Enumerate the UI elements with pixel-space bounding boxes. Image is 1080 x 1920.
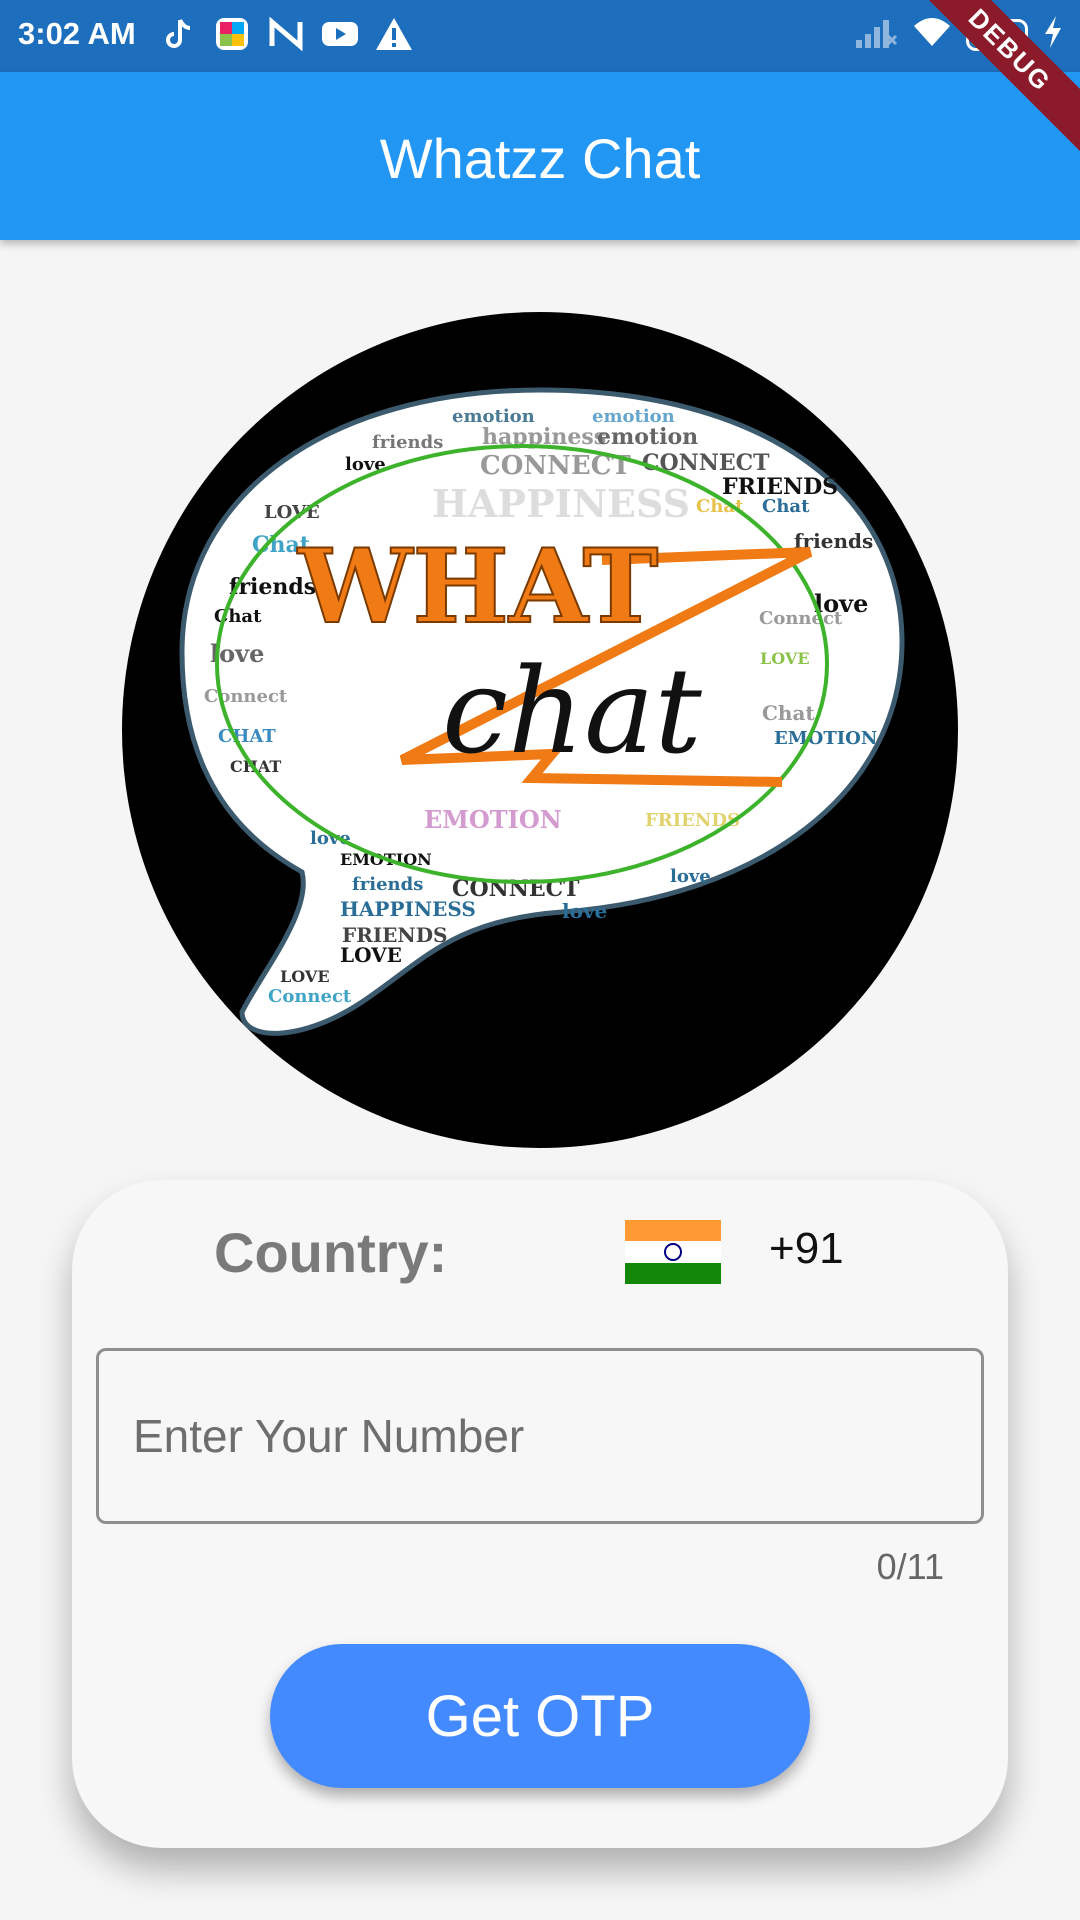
- svg-text:Connect: Connect: [204, 686, 288, 707]
- app-title: Whatzz Chat: [379, 127, 701, 190]
- india-flag-icon[interactable]: [625, 1220, 721, 1284]
- svg-text:HAPPINESS: HAPPINESS: [432, 481, 690, 526]
- country-label: Country:: [214, 1221, 448, 1284]
- svg-text:LOVE: LOVE: [340, 943, 402, 967]
- n-app-icon: [266, 14, 306, 54]
- status-bar: 3:02 AM 68: [0, 0, 1080, 72]
- svg-text:Chat: Chat: [762, 701, 815, 725]
- charging-icon: [1042, 14, 1064, 55]
- app-bar: Whatzz Chat: [0, 72, 1080, 240]
- warning-icon: [374, 14, 414, 54]
- svg-text:Chat: Chat: [762, 496, 810, 517]
- youtube-icon: [320, 14, 360, 54]
- notification-icons: [158, 14, 414, 54]
- character-counter: 0/11: [876, 1546, 944, 1587]
- svg-text:love: love: [310, 828, 351, 849]
- logo-word-chat: chat: [442, 642, 702, 780]
- dial-code[interactable]: +91: [769, 1224, 844, 1274]
- svg-text:emotion: emotion: [597, 424, 698, 450]
- phone-number-input[interactable]: [96, 1348, 984, 1524]
- wifi-icon: [912, 14, 952, 55]
- svg-text:Connect: Connect: [268, 986, 352, 1007]
- no-signal-icon: [854, 14, 898, 55]
- svg-text:friends: friends: [372, 432, 443, 453]
- svg-text:love: love: [670, 866, 711, 887]
- svg-text:love: love: [562, 899, 607, 923]
- svg-text:friends: friends: [352, 874, 423, 895]
- login-card: Country: +91 0/11 Get OTP: [72, 1180, 1008, 1848]
- svg-text:Connect: Connect: [759, 608, 843, 629]
- logo-word-what: WHAT: [297, 527, 658, 647]
- svg-text:CHAT: CHAT: [218, 726, 276, 747]
- svg-text:EMOTION: EMOTION: [424, 805, 562, 834]
- get-otp-button[interactable]: Get OTP: [270, 1644, 810, 1788]
- photo-app-icon: [212, 14, 252, 54]
- svg-text:EMOTION: EMOTION: [774, 728, 877, 749]
- svg-text:LOVE: LOVE: [280, 967, 330, 986]
- status-time: 3:02 AM: [18, 16, 136, 51]
- whatzz-chat-logo: emotion emotion friends happiness emotio…: [122, 312, 958, 1148]
- svg-text:LOVE: LOVE: [760, 649, 810, 668]
- tiktok-icon: [158, 14, 198, 54]
